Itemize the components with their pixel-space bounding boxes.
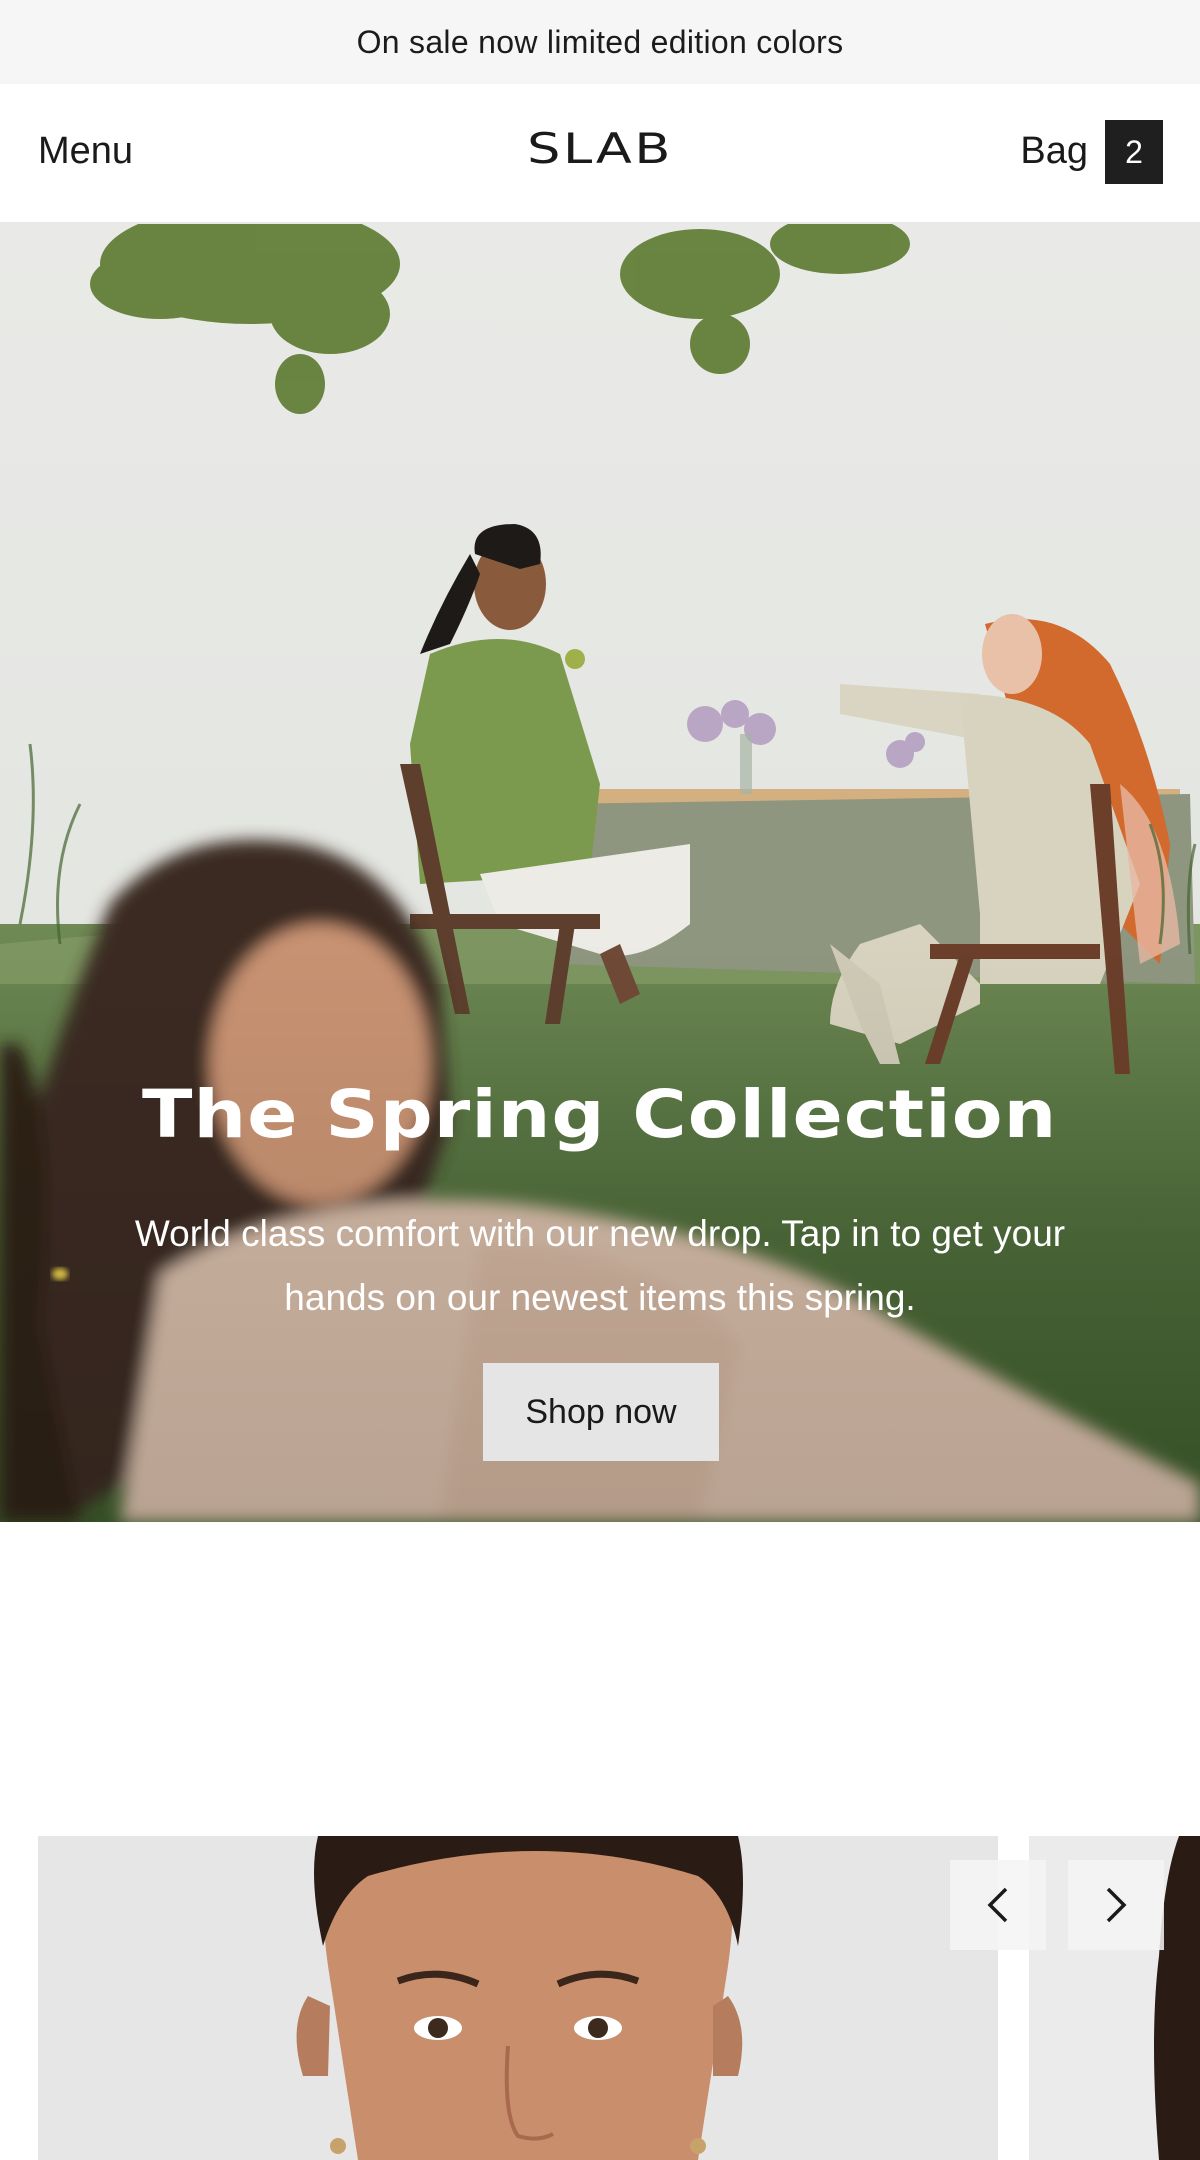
product-carousel xyxy=(0,1836,1200,2160)
bag-link[interactable]: Bag xyxy=(1020,130,1088,173)
bag-count-badge[interactable]: 2 xyxy=(1105,120,1163,184)
carousel-next-button[interactable] xyxy=(1068,1860,1164,1950)
logo-text: SLAB xyxy=(527,124,673,173)
chevron-left-icon xyxy=(987,1887,1008,1923)
hero-subtitle: World class comfort with our new drop. T… xyxy=(134,1213,1066,1318)
carousel-slide[interactable] xyxy=(38,1836,998,2160)
hero-title-text: The Spring Collection xyxy=(142,1076,1058,1153)
hero-banner: The Spring Collection World class comfor… xyxy=(0,224,1200,1522)
menu-button[interactable]: Menu xyxy=(38,130,133,173)
chevron-right-icon xyxy=(1106,1887,1127,1923)
model-image xyxy=(38,1836,998,2160)
logo[interactable]: SLAB xyxy=(527,124,670,173)
hero-title: The Spring Collection xyxy=(0,1076,1200,1153)
shop-now-button[interactable]: Shop now xyxy=(483,1363,719,1461)
announcement-text: On sale now limited edition colors xyxy=(356,23,844,60)
carousel-prev-button[interactable] xyxy=(950,1860,1046,1950)
site-header: Menu SLAB Bag 2 xyxy=(0,84,1200,224)
announcement-bar: On sale now limited edition colors xyxy=(0,0,1200,84)
